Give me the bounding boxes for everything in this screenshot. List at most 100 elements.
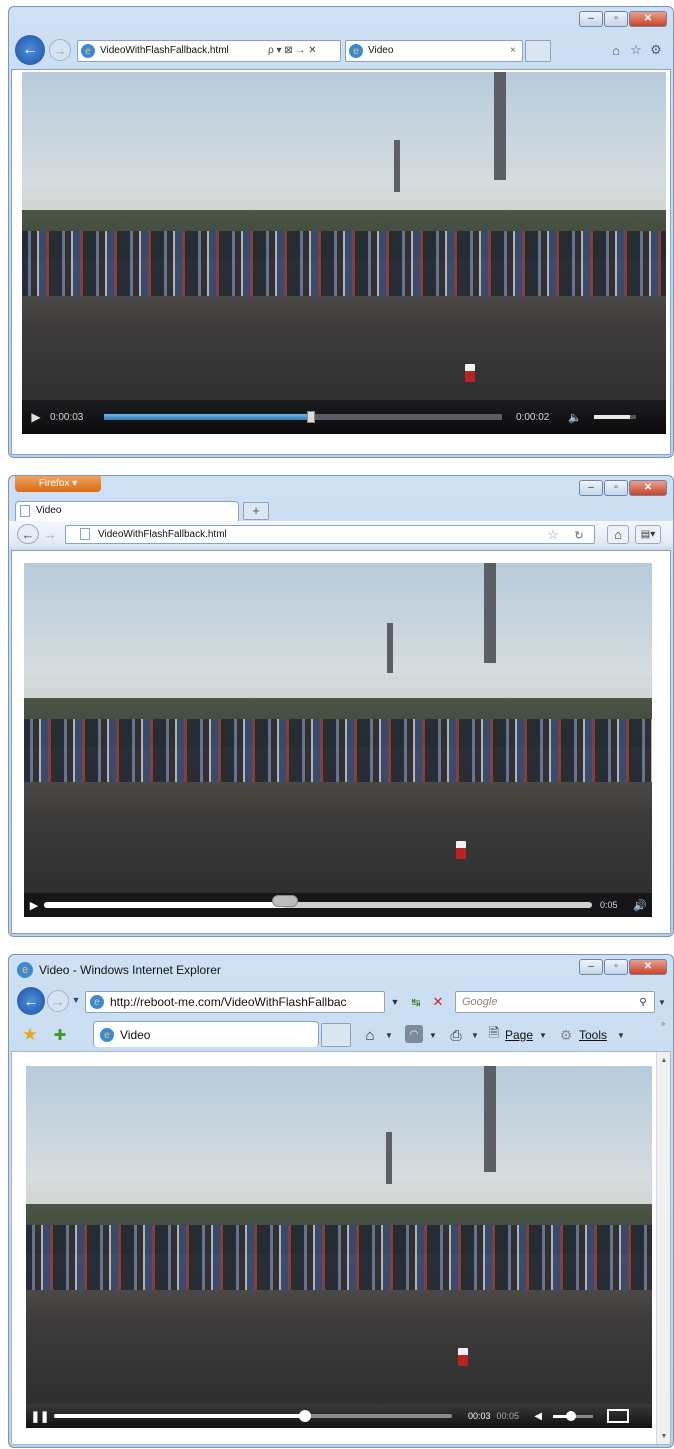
minimize-button[interactable]: – <box>579 11 603 27</box>
back-arrow-icon[interactable]: ← <box>15 35 45 65</box>
address-bar[interactable]: VideoWithFlashFallback.html ☆ ↻ <box>65 525 595 544</box>
ie8-player-controls: ❚❚ 00:03 00:05 ◀ <box>26 1404 652 1428</box>
new-tab-button[interactable] <box>525 40 551 62</box>
close-tab-icon[interactable]: × <box>510 45 516 56</box>
vertical-scrollbar[interactable]: ▲ ▼ <box>656 1052 670 1444</box>
star-icon[interactable]: ☆ <box>627 41 645 59</box>
ie8-window: e Video - Windows Internet Explorer – ▫ … <box>8 954 674 1448</box>
seek-bar[interactable] <box>104 411 502 423</box>
ie9-player-controls: ▶ 0:00:03 0:00:02 🔈 <box>22 400 666 434</box>
volume-handle[interactable] <box>566 1410 577 1421</box>
tab-title: Video <box>36 505 62 516</box>
back-arrow-icon[interactable]: ← <box>17 987 45 1015</box>
rss-dropdown-icon[interactable]: ▼ <box>427 1025 439 1045</box>
forward-arrow-icon[interactable]: → <box>41 526 59 542</box>
favorites-star-icon[interactable]: ★ <box>19 1025 41 1045</box>
back-arrow-icon[interactable]: ← <box>17 524 39 544</box>
close-button[interactable]: ✕ <box>629 11 667 27</box>
maximize-button[interactable]: ▫ <box>604 11 628 27</box>
volume-slider[interactable] <box>553 1410 594 1421</box>
tab-title: Video <box>368 45 394 56</box>
volume-level <box>594 415 630 419</box>
address-text: VideoWithFlashFallback.html <box>98 529 227 540</box>
tab-video[interactable]: Video <box>15 501 239 521</box>
close-button[interactable]: ✕ <box>629 959 667 975</box>
gear-icon[interactable]: ⚙ <box>647 41 665 59</box>
tab-title: Video <box>120 1028 151 1042</box>
add-favorites-icon[interactable]: ✚ <box>49 1025 71 1045</box>
scroll-down-icon[interactable]: ▼ <box>657 1430 671 1442</box>
seek-progress <box>44 902 286 908</box>
print-dropdown-icon[interactable]: ▼ <box>469 1025 481 1045</box>
ie9-caption-buttons: – ▫ ✕ <box>578 11 667 27</box>
forward-arrow-icon[interactable]: → <box>49 39 71 61</box>
firefox-menu-button[interactable]: Firefox ▾ <box>15 476 101 492</box>
page-icon <box>20 505 30 517</box>
stop-icon[interactable]: ✕ <box>429 993 447 1011</box>
chevron-more-icon[interactable]: » <box>657 1017 669 1029</box>
seek-bar[interactable] <box>44 895 592 908</box>
address-bar[interactable]: e http://reboot-me.com/VideoWithFlashFal… <box>85 991 385 1013</box>
tools-dropdown-icon[interactable]: ▼ <box>615 1025 627 1045</box>
play-icon[interactable]: ▶ <box>22 407 50 427</box>
rss-icon[interactable]: ◠ <box>405 1025 423 1043</box>
time-total: 00:05 <box>496 1411 520 1421</box>
tab-video[interactable]: e Video × <box>345 40 523 62</box>
search-input[interactable]: Google ⚲ <box>455 991 655 1013</box>
ie8-caption-buttons: – ▫ ✕ <box>578 959 667 975</box>
page-dropdown-icon[interactable]: ▼ <box>537 1025 549 1045</box>
fullscreen-icon[interactable] <box>607 1409 630 1423</box>
address-actions[interactable]: ρ ▾ ⊠ → ✕ <box>268 45 317 56</box>
forward-arrow-icon[interactable]: → <box>47 990 69 1012</box>
home-icon[interactable]: ⌂ <box>607 41 625 59</box>
pause-icon[interactable]: ❚❚ <box>26 1407 54 1425</box>
search-icon[interactable]: ⚲ <box>636 995 650 1009</box>
home-icon[interactable]: ⌂ <box>359 1025 381 1045</box>
gear-icon: ⚙ <box>559 1026 573 1043</box>
refresh-icon[interactable]: ↻ <box>572 527 586 543</box>
home-icon[interactable]: ⌂ <box>607 525 629 544</box>
seek-handle[interactable] <box>272 895 299 907</box>
ie-page-icon: e <box>349 44 363 58</box>
recent-pages-icon[interactable]: ▼ <box>71 993 81 1007</box>
search-options-icon[interactable]: ▼ <box>657 995 667 1009</box>
firefox-caption-buttons: – ▫ ✕ <box>578 480 667 496</box>
ie-page-icon: e <box>100 1028 114 1042</box>
new-tab-button[interactable]: + <box>243 502 269 520</box>
seek-handle[interactable] <box>298 1410 311 1422</box>
address-dropdown-icon[interactable]: ▼ <box>389 993 401 1011</box>
search-placeholder: Google <box>462 996 498 1008</box>
print-icon[interactable]: ⎙ <box>445 1025 467 1045</box>
time-current: 00:03 <box>468 1411 491 1421</box>
tools-menu[interactable]: Tools <box>579 1028 607 1042</box>
seek-handle[interactable] <box>306 411 315 423</box>
volume-icon[interactable]: 🔈 <box>564 408 586 426</box>
refresh-icon[interactable]: ↹ <box>407 993 425 1011</box>
volume-icon[interactable]: ◀ <box>527 1407 549 1425</box>
page-menu[interactable]: Page <box>505 1028 533 1042</box>
star-icon[interactable]: ☆ <box>546 527 560 543</box>
address-bar[interactable]: e VideoWithFlashFallback.html ρ ▾ ⊠ → ✕ <box>77 40 341 62</box>
minimize-button[interactable]: – <box>579 480 603 496</box>
maximize-button[interactable]: ▫ <box>604 959 628 975</box>
seek-progress <box>104 414 311 420</box>
minimize-button[interactable]: – <box>579 959 603 975</box>
home-dropdown-icon[interactable]: ▼ <box>383 1025 395 1045</box>
seek-bar[interactable] <box>54 1410 452 1422</box>
volume-slider[interactable] <box>594 415 636 419</box>
ie8-viewport: ▲ ▼ ❚❚ 00:03 00:05 ◀ <box>11 1051 671 1445</box>
new-tab-button[interactable] <box>321 1023 351 1047</box>
ie9-video: ▶ 0:00:03 0:00:02 🔈 <box>22 72 666 434</box>
ie9-viewport: ▶ 0:00:03 0:00:02 🔈 <box>11 69 671 455</box>
close-button[interactable]: ✕ <box>629 480 667 496</box>
time-elapsed: 0:00:03 <box>50 411 84 423</box>
maximize-button[interactable]: ▫ <box>604 480 628 496</box>
tab-video[interactable]: e Video <box>93 1021 319 1047</box>
play-icon[interactable]: ▶ <box>24 896 44 914</box>
ie-page-icon: e <box>90 995 104 1009</box>
bookmarks-menu-icon[interactable]: ▤▾ <box>635 525 661 544</box>
scroll-up-icon[interactable]: ▲ <box>657 1054 671 1066</box>
firefox-video: ▶ 0:05 🔊 <box>24 563 652 917</box>
ie8-video: ❚❚ 00:03 00:05 ◀ <box>26 1066 652 1428</box>
volume-icon[interactable]: 🔊 <box>630 896 650 914</box>
